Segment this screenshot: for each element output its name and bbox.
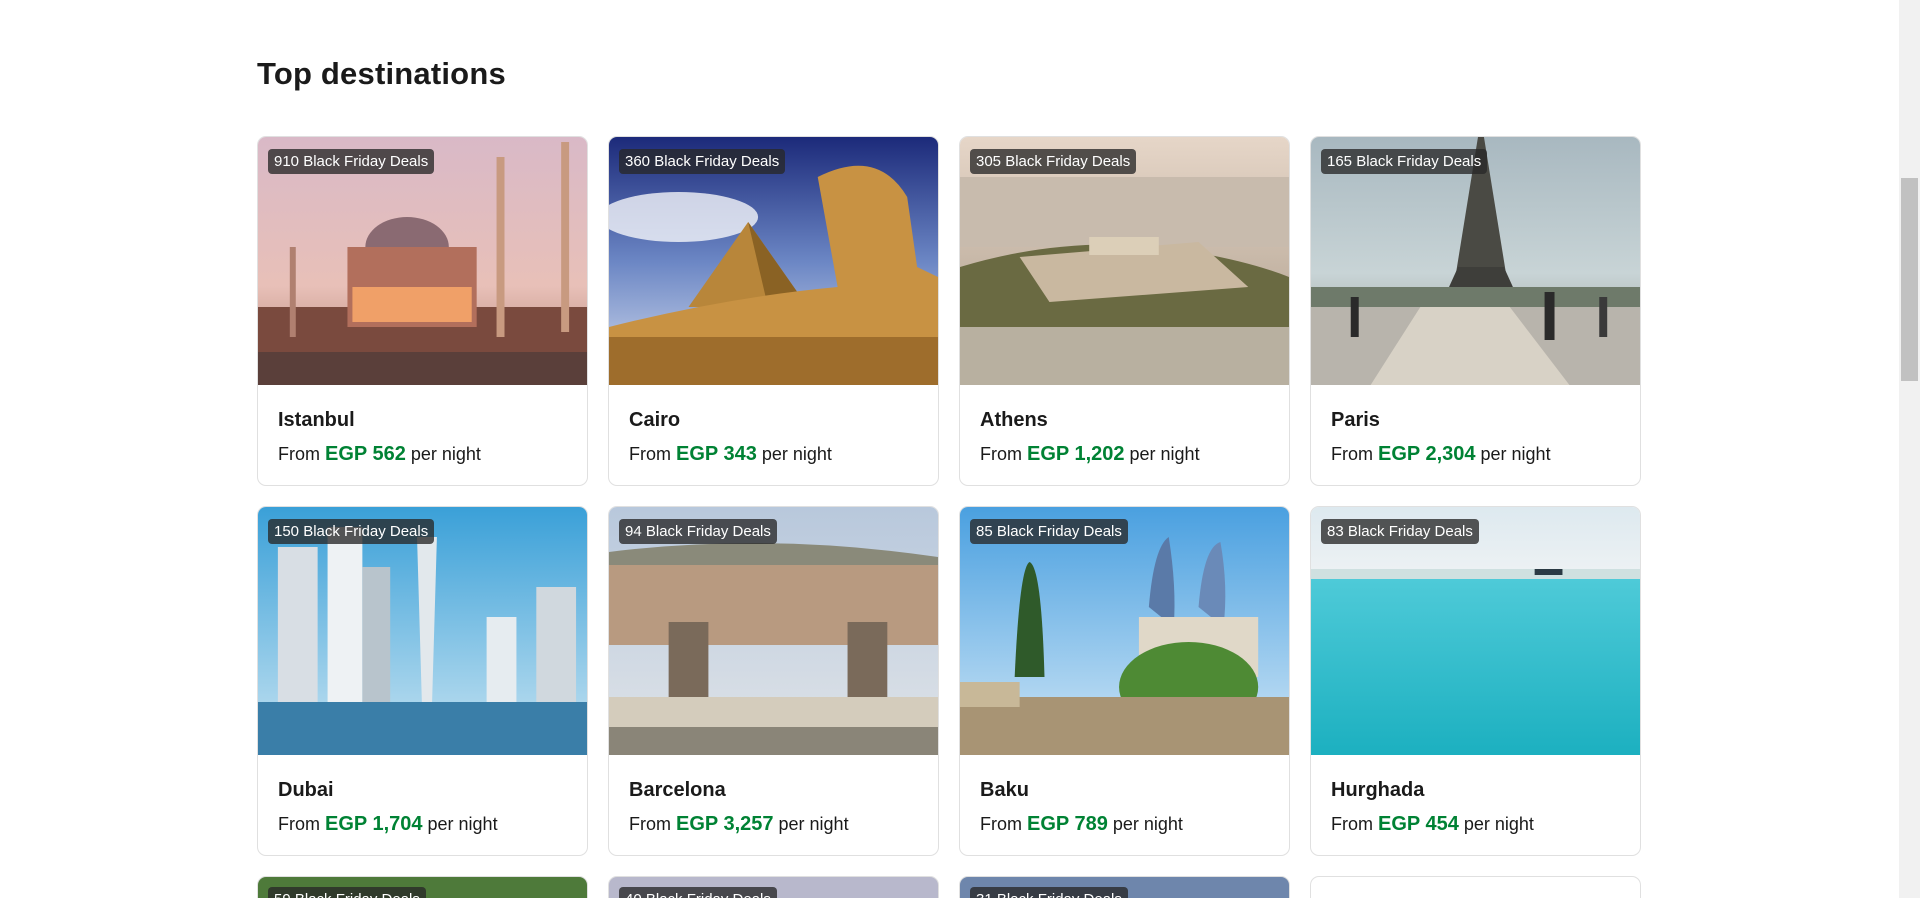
from-label: From — [629, 444, 671, 464]
city-name: Cairo — [629, 409, 681, 431]
city-name: Dubai — [278, 779, 334, 801]
destination-card-cairo[interactable]: 360 Black Friday Deals Cairo From EGP 34… — [608, 136, 939, 486]
city-plaza-photo: 94 Black Friday Deals — [609, 507, 938, 755]
from-label: From — [278, 814, 320, 834]
per-night-label: per night — [1480, 444, 1551, 464]
section-title: Top destinations — [257, 56, 506, 91]
eiffel-tower-photo: 165 Black Friday Deals — [1311, 137, 1640, 385]
deals-badge: 31 Black Friday Deals — [970, 887, 1128, 898]
price-value: EGP 454 — [1378, 813, 1459, 835]
from-label: From — [1331, 814, 1373, 834]
per-night-label: per night — [1129, 444, 1200, 464]
price-value: EGP 1,202 — [1027, 443, 1125, 465]
from-label: From — [629, 814, 671, 834]
destination-card-athens[interactable]: 305 Black Friday Deals Athens From EGP 1… — [959, 136, 1290, 486]
per-night-label: per night — [1463, 814, 1534, 834]
per-night-label: per night — [427, 814, 498, 834]
skyline-marina-photo: 150 Black Friday Deals — [258, 507, 587, 755]
price-value: EGP 1,704 — [325, 813, 423, 835]
deals-badge: 85 Black Friday Deals — [970, 519, 1128, 544]
sphinx-pyramid-photo: 360 Black Friday Deals — [609, 137, 938, 385]
price-value: EGP 3,257 — [676, 813, 774, 835]
destination-card-partial[interactable]: 59 Black Friday Deals — [257, 876, 588, 898]
mosque-photo: 910 Black Friday Deals — [258, 137, 587, 385]
scrollbar-thumb[interactable] — [1901, 178, 1918, 381]
city-name: Hurghada — [1331, 779, 1425, 801]
destination-card-istanbul[interactable]: 910 Black Friday Deals Istanbul From EGP… — [257, 136, 588, 486]
per-night-label: per night — [778, 814, 849, 834]
deals-badge: 165 Black Friday Deals — [1321, 149, 1488, 174]
acropolis-photo: 305 Black Friday Deals — [960, 137, 1289, 385]
destination-card-partial[interactable]: 40 Black Friday Deals — [608, 876, 939, 898]
destination-card-hurghada[interactable]: 83 Black Friday Deals Hurghada From EGP … — [1310, 506, 1641, 856]
deals-badge: 305 Black Friday Deals — [970, 149, 1137, 174]
city-name: Paris — [1331, 409, 1380, 431]
destinations-partial-row: 59 Black Friday Deals 40 Black Friday De… — [257, 876, 1641, 898]
price-value: EGP 2,304 — [1378, 443, 1476, 465]
deals-badge: 360 Black Friday Deals — [619, 149, 786, 174]
from-label: From — [1331, 444, 1373, 464]
deals-badge: 910 Black Friday Deals — [268, 149, 435, 174]
price-value: EGP 562 — [325, 443, 406, 465]
page-scrollbar[interactable] — [1899, 0, 1920, 898]
city-name: Athens — [980, 409, 1048, 431]
destinations-grid: 910 Black Friday Deals Istanbul From EGP… — [257, 136, 1641, 856]
destination-card-baku[interactable]: 85 Black Friday Deals Baku From EGP 789 … — [959, 506, 1290, 856]
destination-card-partial[interactable] — [1310, 876, 1641, 898]
from-label: From — [278, 444, 320, 464]
deals-badge: 150 Black Friday Deals — [268, 519, 435, 544]
per-night-label: per night — [761, 444, 832, 464]
from-label: From — [980, 444, 1022, 464]
price-line: From EGP 454 per night — [1331, 813, 1620, 836]
per-night-label: per night — [1112, 814, 1183, 834]
turquoise-sea-photo: 83 Black Friday Deals — [1311, 507, 1640, 755]
from-label: From — [980, 814, 1022, 834]
deals-badge: 40 Black Friday Deals — [619, 887, 777, 898]
flame-towers-photo: 85 Black Friday Deals — [960, 507, 1289, 755]
price-value: EGP 789 — [1027, 813, 1108, 835]
destination-card-partial[interactable]: 31 Black Friday Deals — [959, 876, 1290, 898]
per-night-label: per night — [410, 444, 481, 464]
price-line: From EGP 1,704 per night — [278, 813, 567, 836]
deals-badge: 94 Black Friday Deals — [619, 519, 777, 544]
price-line: From EGP 562 per night — [278, 443, 567, 466]
price-line: From EGP 343 per night — [629, 443, 918, 466]
deals-badge: 83 Black Friday Deals — [1321, 519, 1479, 544]
destination-card-paris[interactable]: 165 Black Friday Deals Paris From EGP 2,… — [1310, 136, 1641, 486]
destination-card-barcelona[interactable]: 94 Black Friday Deals Barcelona From EGP… — [608, 506, 939, 856]
price-line: From EGP 1,202 per night — [980, 443, 1269, 466]
price-line: From EGP 2,304 per night — [1331, 443, 1620, 466]
price-line: From EGP 3,257 per night — [629, 813, 918, 836]
city-name: Istanbul — [278, 409, 355, 431]
deals-badge: 59 Black Friday Deals — [268, 887, 426, 898]
price-line: From EGP 789 per night — [980, 813, 1269, 836]
price-value: EGP 343 — [676, 443, 757, 465]
destination-card-dubai[interactable]: 150 Black Friday Deals Dubai From EGP 1,… — [257, 506, 588, 856]
city-name: Baku — [980, 779, 1029, 801]
city-name: Barcelona — [629, 779, 726, 801]
